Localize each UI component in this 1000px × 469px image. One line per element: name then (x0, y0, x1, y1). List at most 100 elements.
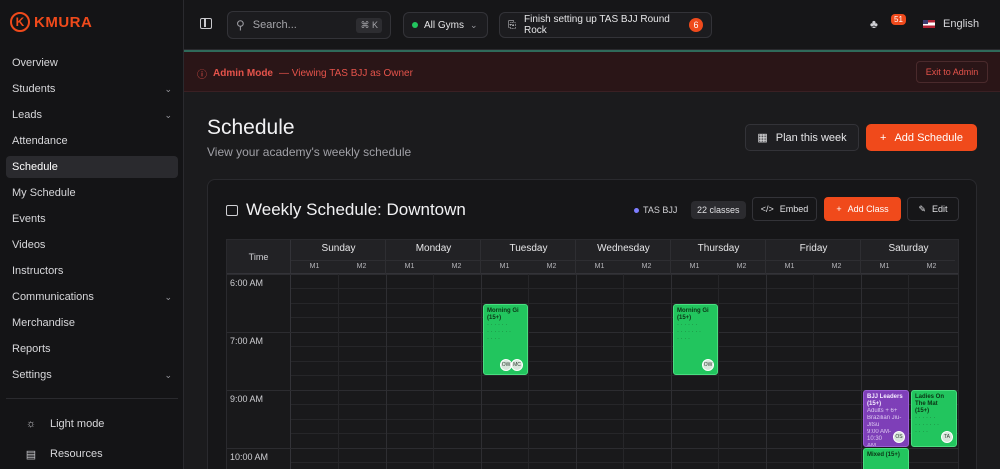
sidebar-toggle-icon[interactable] (200, 18, 212, 29)
event-detail: · · · · · · (915, 415, 936, 421)
grid-hour-line (227, 274, 958, 275)
page-subtitle: View your academy's weekly schedule (207, 145, 412, 159)
sidebar-item-label: Attendance (12, 135, 68, 147)
add-class-button[interactable]: + Add Class (824, 197, 901, 221)
day-name: Monday (415, 243, 452, 254)
sidebar-footer: ☼ Light mode ▤ Resources (6, 398, 178, 469)
grid-line (291, 419, 958, 420)
event-detail: · · · · · · (487, 322, 508, 328)
grid-line (291, 346, 958, 347)
sidebar-item-instructors[interactable]: Instructors (6, 260, 178, 282)
day-header-thursday: Thursday M1 M2 (671, 240, 766, 274)
admin-mode-text: ⓘ Admin Mode — Viewing TAS BJJ as Owner (197, 66, 413, 81)
sidebar-item-label: Schedule (12, 161, 58, 173)
language-selector[interactable]: English (923, 18, 979, 30)
mat-column-header: M1 (861, 260, 908, 274)
gym-tag-label: TAS BJJ (643, 205, 678, 215)
us-flag-icon (923, 20, 935, 28)
grid-day-line (386, 274, 387, 469)
day-header-wednesday: Wednesday M1 M2 (576, 240, 671, 274)
day-header-sunday: Sunday M1 M2 (291, 240, 386, 274)
sidebar-item-overview[interactable]: Overview (6, 52, 178, 74)
mat-column-header: M2 (718, 260, 765, 274)
language-label: English (943, 18, 980, 30)
sidebar-item-label: Merchandise (12, 317, 75, 329)
day-header-saturday: Saturday M1 M2 (861, 240, 956, 274)
embed-label: Embed (779, 204, 809, 214)
bell-icon[interactable]: ♣ (870, 17, 878, 31)
admin-mode-label: Admin Mode (213, 68, 273, 79)
class-event-saturday-ladies-on-the-mat[interactable]: Ladies On The Mat (15+) · · · · · · · · … (911, 390, 957, 447)
grid-col-line (338, 274, 339, 469)
sidebar-item-attendance[interactable]: Attendance (6, 130, 178, 152)
event-detail: Adults + 6+ (867, 408, 898, 414)
exit-to-admin-button[interactable]: Exit to Admin (916, 61, 988, 83)
grid-day-line (671, 274, 672, 469)
setup-count-badge: 6 (689, 18, 703, 32)
day-name: Thursday (697, 243, 740, 254)
setup-task-button[interactable]: ⎘ Finish setting up TAS BJJ Round Rock 6 (499, 12, 712, 38)
code-icon: </> (760, 204, 774, 214)
calendar-icon (226, 204, 238, 216)
mat-column-header: M2 (813, 260, 860, 274)
class-event-thursday-morning-gi[interactable]: Morning Gi (15+) · · · · · · · · · · · ·… (673, 304, 718, 375)
event-title: Ladies On The Mat (15+) (915, 394, 945, 414)
sidebar-item-label: Reports (12, 343, 51, 355)
event-detail: Jitsu (867, 422, 880, 428)
event-detail: · · · · (677, 336, 690, 342)
card-title-text: Weekly Schedule: Downtown (246, 200, 466, 219)
sidebar-item-communications[interactable]: Communications ⌄ (6, 286, 178, 308)
grid-line (291, 361, 958, 362)
event-detail: · · · · · · (677, 322, 698, 328)
sidebar-item-videos[interactable]: Videos (6, 234, 178, 256)
sidebar-item-settings[interactable]: Settings ⌄ (6, 364, 178, 386)
instructor-avatar: MC (511, 359, 523, 371)
event-detail: · · · · · · · (915, 422, 939, 428)
grid-line (291, 317, 958, 318)
sidebar-item-reports[interactable]: Reports (6, 338, 178, 360)
mat-column-header: M2 (338, 260, 385, 274)
day-header-monday: Monday M1 M2 (386, 240, 481, 274)
grid-hour-line (227, 448, 958, 449)
resources-link[interactable]: ▤ Resources (6, 441, 178, 467)
sidebar-item-my-schedule[interactable]: My Schedule (6, 182, 178, 204)
light-mode-toggle[interactable]: ☼ Light mode (6, 411, 178, 437)
add-schedule-button[interactable]: + Add Schedule (866, 124, 977, 151)
grid-header: Time Sunday M1 M2 Monday M1 M2 Tuesday M1 M2 W… (227, 240, 958, 274)
chevron-down-icon: ⌄ (164, 109, 172, 120)
admin-mode-description: — Viewing TAS BJJ as Owner (279, 68, 413, 79)
book-icon: ▤ (25, 448, 37, 461)
day-name: Tuesday (509, 243, 548, 254)
sidebar-item-label: Videos (12, 239, 46, 251)
calendar-icon: ▦ (757, 132, 768, 144)
gym-filter-select[interactable]: All Gyms ⌄ (403, 12, 488, 38)
sidebar-item-events[interactable]: Events (6, 208, 178, 230)
time-label: 10:00 AM (230, 452, 269, 462)
time-label: 6:00 AM (230, 278, 264, 288)
edit-button[interactable]: ✎ Edit (907, 197, 959, 221)
edit-label: Edit (932, 204, 948, 214)
class-event-tuesday-morning-gi[interactable]: Morning Gi (15+) · · · · · · · · · · · ·… (483, 304, 528, 375)
sidebar-item-label: Instructors (12, 265, 64, 277)
brand-name: KMURA (34, 13, 93, 31)
embed-button[interactable]: </> Embed (752, 197, 817, 221)
grid-day-line (861, 274, 862, 469)
sidebar-item-merchandise[interactable]: Merchandise (6, 312, 178, 334)
top-bar: ⚲ Search... ⌘ K All Gyms ⌄ ⎘ Finish sett… (184, 0, 1000, 50)
search-input[interactable]: ⚲ Search... ⌘ K (227, 11, 391, 39)
day-name: Saturday (888, 243, 929, 254)
grid-line (291, 303, 958, 304)
class-event-saturday-bjj-leaders[interactable]: BJJ Leaders (15+) Adults + 6+ Brazilian … (863, 390, 909, 447)
grid-hour-line (227, 332, 958, 333)
brand-logo[interactable]: K KMURA (10, 12, 92, 32)
plan-week-button[interactable]: ▦ Plan this week (745, 124, 859, 151)
sidebar-item-students[interactable]: Students ⌄ (6, 78, 178, 100)
instructor-avatar: OS (893, 431, 905, 443)
sidebar-item-schedule[interactable]: Schedule (6, 156, 178, 178)
sidebar-item-label: Events (12, 213, 46, 225)
sidebar-item-leads[interactable]: Leads ⌄ (6, 104, 178, 126)
day-name: Wednesday (597, 243, 650, 254)
class-count-badge: 22 classes (691, 201, 746, 219)
class-event-saturday-mixed[interactable]: Mixed (15+) (863, 448, 909, 469)
sidebar-item-label: My Schedule (12, 187, 76, 199)
